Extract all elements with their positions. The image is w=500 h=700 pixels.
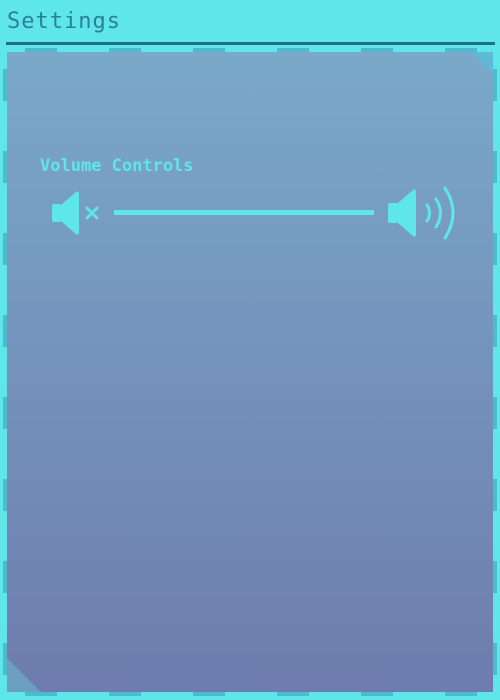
volume-max-icon[interactable] (386, 184, 461, 242)
panel-corner-notch-bottom (7, 658, 41, 692)
volume-slider[interactable] (114, 210, 374, 215)
title-divider (6, 42, 495, 45)
settings-panel: Volume Controls (7, 52, 493, 692)
panel-corner-notch-top (471, 52, 493, 74)
volume-mute-icon[interactable] (50, 188, 104, 238)
window-title: Settings (7, 9, 121, 34)
title-bar: Settings (0, 0, 500, 46)
volume-section-label: Volume Controls (40, 156, 194, 176)
